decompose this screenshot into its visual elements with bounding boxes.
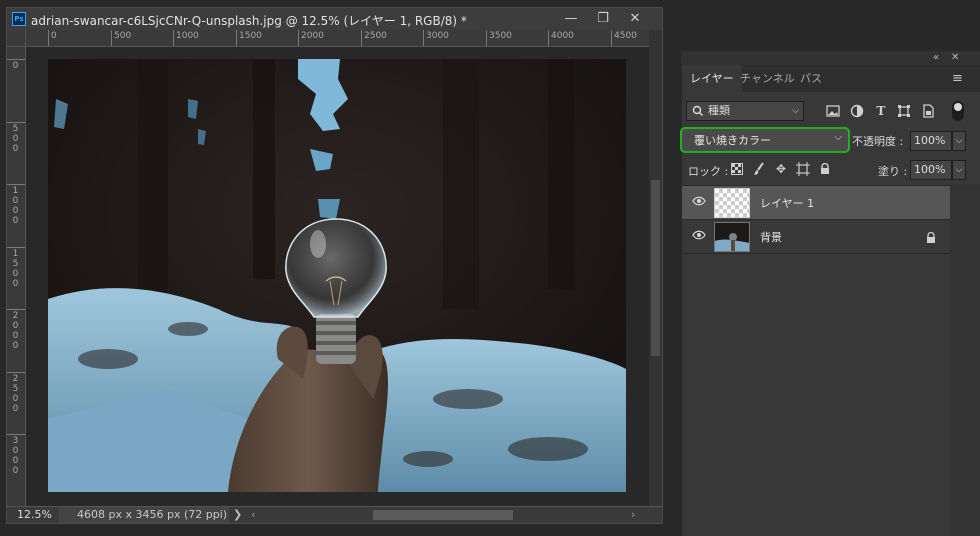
layers-panel: レイヤー チャンネル パス ≡ 種類 ⌵ T 覆い焼きカラー ⌵ 不透明度 : … xyxy=(680,65,980,536)
ruler-label: 4000 xyxy=(551,31,574,41)
scroll-left-icon[interactable]: ‹ xyxy=(251,507,255,523)
ruler-label: 4500 xyxy=(614,31,637,41)
shape-filter-icon[interactable] xyxy=(895,102,913,120)
ruler-label: 3000 xyxy=(12,436,19,476)
lightbulb-photo[interactable] xyxy=(48,59,626,492)
close-panel-icon[interactable]: ✕ xyxy=(951,51,959,65)
image-filter-icon[interactable] xyxy=(824,102,842,120)
ruler-origin[interactable] xyxy=(7,30,26,47)
ruler-label: 500 xyxy=(12,124,19,154)
ruler-label: 3500 xyxy=(489,31,512,41)
chevron-down-icon: ⌵ xyxy=(834,132,842,143)
canvas-area[interactable] xyxy=(26,47,649,506)
ruler-label: 2000 xyxy=(301,31,324,41)
visibility-eye-icon[interactable] xyxy=(690,229,708,243)
ruler-label: 1000 xyxy=(176,31,199,41)
lock-artboard-icon[interactable] xyxy=(794,160,812,178)
layer-row-layer1[interactable]: レイヤー 1 xyxy=(682,186,950,219)
ruler-label: 1000 xyxy=(12,186,19,226)
blend-mode-dropdown[interactable]: 覆い焼きカラー ⌵ xyxy=(680,127,850,153)
document-window: Ps adrian-swancar-c6LSjcCNr-Q-unsplash.j… xyxy=(6,7,663,524)
horizontal-scrollbar-thumb[interactable] xyxy=(373,510,513,520)
adjustment-filter-icon[interactable] xyxy=(848,102,866,120)
blend-mode-value: 覆い焼きカラー xyxy=(694,134,771,147)
lock-image-pixels-icon[interactable] xyxy=(750,160,768,178)
layer-row-background[interactable]: 背景 xyxy=(682,220,950,253)
panel-tabs: レイヤー チャンネル パス ≡ xyxy=(682,65,980,92)
document-info[interactable]: 4608 px x 3456 px (72 ppi) xyxy=(59,507,229,523)
layer-thumbnail-transparent xyxy=(714,188,750,218)
photo-image xyxy=(48,59,626,492)
vertical-ruler[interactable]: 0 500 1000 1500 2000 2500 3000 xyxy=(7,47,26,506)
filter-label: 種類 xyxy=(708,104,730,117)
panel-header-strip: « ✕ xyxy=(681,51,980,65)
search-icon xyxy=(692,102,704,126)
chevron-down-icon: ⌵ xyxy=(792,106,799,116)
ruler-label: 1500 xyxy=(239,31,262,41)
ruler-label: 3000 xyxy=(426,31,449,41)
layer-filter-dropdown[interactable]: 種類 ⌵ xyxy=(686,101,804,121)
layers-scrollbar[interactable] xyxy=(950,185,980,536)
collapse-panel-icon[interactable]: « xyxy=(933,51,939,65)
fill-field[interactable]: 100% xyxy=(910,160,952,180)
opacity-field[interactable]: 100% xyxy=(910,131,952,151)
type-filter-icon[interactable]: T xyxy=(872,102,890,120)
visibility-eye-icon[interactable] xyxy=(690,195,708,209)
status-menu-arrow-icon[interactable]: ❯ xyxy=(233,507,242,523)
lock-position-icon[interactable]: ✥ xyxy=(772,160,790,178)
ruler-label: 2000 xyxy=(12,311,19,351)
scroll-right-icon[interactable]: › xyxy=(631,507,635,523)
photoshop-logo-icon: Ps xyxy=(12,12,26,26)
restore-button[interactable]: ❐ xyxy=(589,9,617,29)
filter-toggle-switch[interactable] xyxy=(952,101,964,121)
ruler-label: 1500 xyxy=(12,249,19,289)
tab-paths[interactable]: パス xyxy=(792,65,830,92)
minimize-button[interactable]: — xyxy=(557,9,585,29)
layer-lock-icon xyxy=(926,229,936,248)
layer-name[interactable]: 背景 xyxy=(760,229,782,245)
vertical-scrollbar-thumb[interactable] xyxy=(651,180,660,356)
lock-label: ロック : xyxy=(688,165,729,178)
ruler-label: 2500 xyxy=(364,31,387,41)
status-bar: 12.5% 4608 px x 3456 px (72 ppi) ❯ ‹ › xyxy=(7,506,662,523)
opacity-label: 不透明度 : xyxy=(852,135,904,148)
ruler-label: 500 xyxy=(114,31,132,41)
vertical-scrollbar[interactable] xyxy=(649,30,662,506)
opacity-chevron-icon[interactable]: ⌵ xyxy=(952,131,966,151)
lock-transparent-pixels-icon[interactable] xyxy=(728,160,746,178)
ruler-label: 2500 xyxy=(12,374,19,414)
close-button[interactable]: ✕ xyxy=(621,9,649,29)
ruler-label: 0 xyxy=(51,31,57,41)
lock-all-icon[interactable] xyxy=(816,160,834,178)
ruler-label: 0 xyxy=(12,61,19,71)
layer-name[interactable]: レイヤー 1 xyxy=(760,195,814,211)
panel-menu-icon[interactable]: ≡ xyxy=(952,71,963,86)
fill-chevron-icon[interactable]: ⌵ xyxy=(952,160,966,180)
fill-label: 塗り : xyxy=(878,165,908,178)
document-title: adrian-swancar-c6LSjcCNr-Q-unsplash.jpg … xyxy=(31,14,467,28)
smart-object-filter-icon[interactable] xyxy=(919,102,937,120)
layer-thumbnail-photo xyxy=(714,222,750,252)
document-titlebar[interactable]: Ps adrian-swancar-c6LSjcCNr-Q-unsplash.j… xyxy=(7,8,662,30)
zoom-level-field[interactable]: 12.5% xyxy=(7,507,59,523)
horizontal-ruler[interactable]: 0 500 1000 1500 2000 2500 3000 3500 4000… xyxy=(26,30,649,47)
